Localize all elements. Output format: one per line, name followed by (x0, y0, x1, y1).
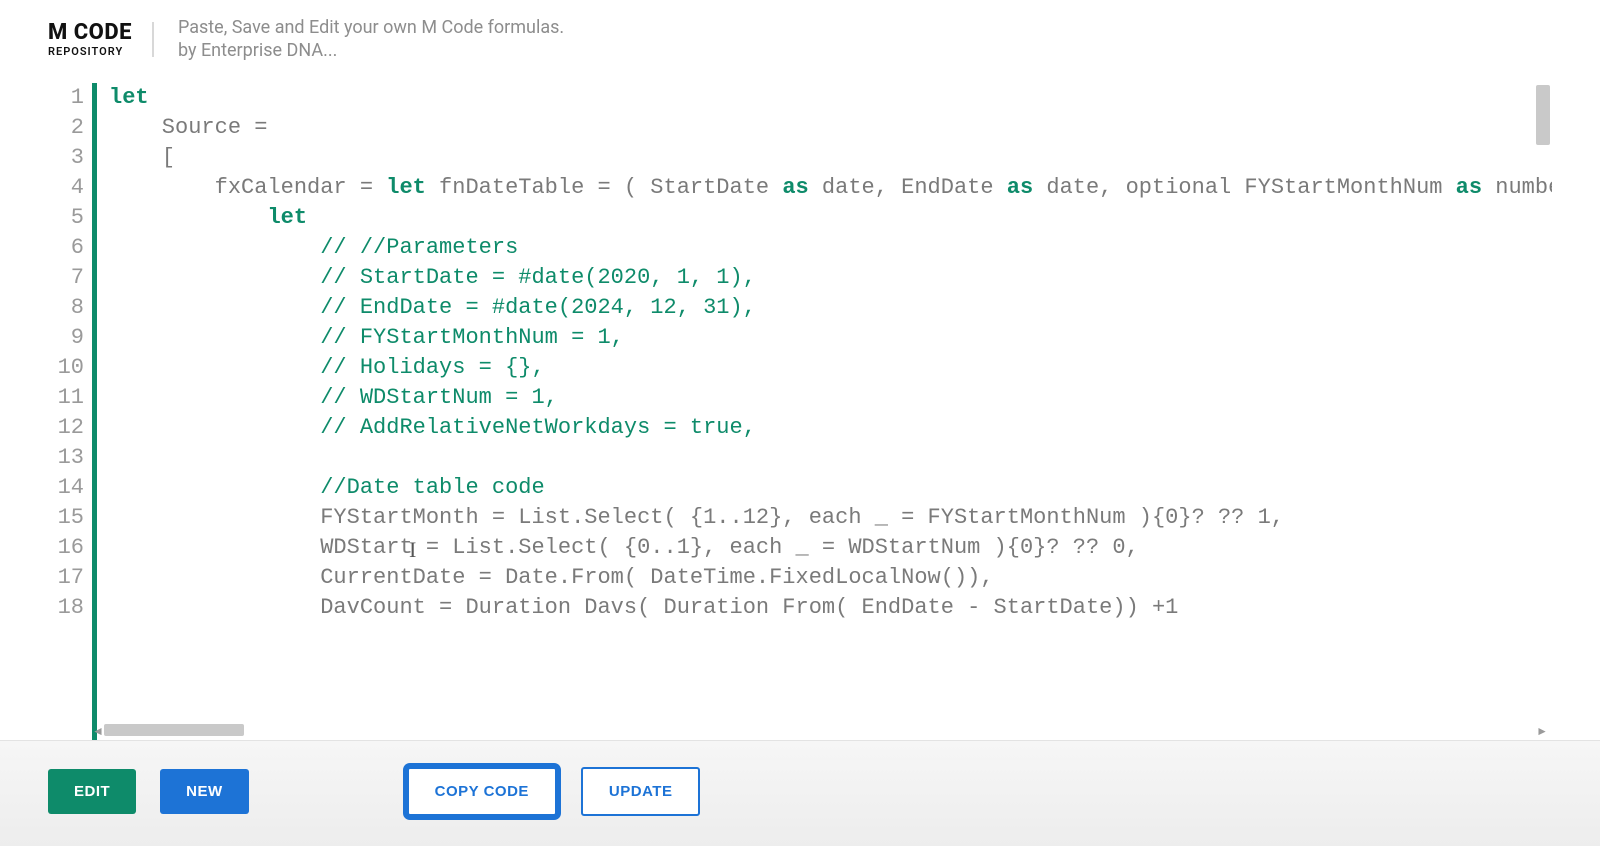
line-number: 15 (48, 503, 84, 533)
code-line[interactable]: // //Parameters (109, 233, 1552, 263)
line-number: 5 (48, 203, 84, 233)
line-number: 16 (48, 533, 84, 563)
toolbar: EDIT NEW COPY CODE UPDATE (0, 740, 1600, 846)
code-line[interactable] (109, 443, 1552, 473)
logo-sub-text: REPOSITORY (48, 46, 132, 57)
vertical-scrollbar-thumb[interactable] (1536, 85, 1550, 145)
line-number: 6 (48, 233, 84, 263)
tagline-line-2: by Enterprise DNA... (178, 39, 564, 62)
editor-accent-bar (92, 83, 97, 740)
tagline-line-1: Paste, Save and Edit your own M Code for… (178, 16, 564, 39)
code-line[interactable]: fxCalendar = let fnDateTable = ( StartDa… (109, 173, 1552, 203)
new-button[interactable]: NEW (160, 769, 249, 814)
code-line[interactable]: [ (109, 143, 1552, 173)
horizontal-scrollbar-thumb[interactable] (104, 724, 244, 736)
line-number: 9 (48, 323, 84, 353)
code-line[interactable]: CurrentDate = Date.From( DateTime.FixedL… (109, 563, 1552, 593)
line-number: 12 (48, 413, 84, 443)
code-line[interactable]: // WDStartNum = 1, (109, 383, 1552, 413)
code-editor[interactable]: 123456789101112131415161718 let Source =… (48, 83, 1552, 740)
line-number: 8 (48, 293, 84, 323)
code-line[interactable]: FYStartMonth = List.Select( {1..12}, eac… (109, 503, 1552, 533)
app-header: M CODE REPOSITORY Paste, Save and Edit y… (0, 0, 1600, 73)
code-line[interactable]: //Date table code (109, 473, 1552, 503)
code-line[interactable]: // Holidays = {}, (109, 353, 1552, 383)
code-line[interactable]: // AddRelativeNetWorkdays = true, (109, 413, 1552, 443)
edit-button[interactable]: EDIT (48, 769, 136, 814)
code-line[interactable]: let (109, 83, 1552, 113)
line-number: 11 (48, 383, 84, 413)
line-number: 1 (48, 83, 84, 113)
app-logo: M CODE REPOSITORY (48, 22, 154, 57)
code-line[interactable]: WDStart = List.Select( {0..1}, each _ = … (109, 533, 1552, 563)
code-area[interactable]: let Source = [ fxCalendar = let fnDateTa… (109, 83, 1552, 740)
horizontal-scrollbar[interactable] (104, 724, 1534, 738)
code-line[interactable]: let (109, 203, 1552, 233)
scroll-right-icon[interactable]: ► (1536, 724, 1548, 738)
line-number: 3 (48, 143, 84, 173)
update-button[interactable]: UPDATE (581, 767, 701, 816)
header-tagline: Paste, Save and Edit your own M Code for… (174, 16, 564, 63)
code-line[interactable]: DavCount = Duration Davs( Duration From(… (109, 593, 1552, 623)
line-number: 2 (48, 113, 84, 143)
line-number: 10 (48, 353, 84, 383)
line-number: 13 (48, 443, 84, 473)
code-line[interactable]: // StartDate = #date(2020, 1, 1), (109, 263, 1552, 293)
scroll-left-icon[interactable]: ◄ (92, 724, 104, 738)
vertical-scrollbar[interactable] (1536, 85, 1550, 720)
line-number: 4 (48, 173, 84, 203)
line-number: 18 (48, 593, 84, 623)
code-line[interactable]: // EndDate = #date(2024, 12, 31), (109, 293, 1552, 323)
line-number: 14 (48, 473, 84, 503)
logo-main-text: M CODE (48, 22, 132, 44)
line-number: 17 (48, 563, 84, 593)
line-number: 7 (48, 263, 84, 293)
copy-code-button[interactable]: COPY CODE (407, 767, 557, 816)
code-line[interactable]: // FYStartMonthNum = 1, (109, 323, 1552, 353)
line-number-gutter: 123456789101112131415161718 (48, 83, 92, 740)
code-line[interactable]: Source = (109, 113, 1552, 143)
